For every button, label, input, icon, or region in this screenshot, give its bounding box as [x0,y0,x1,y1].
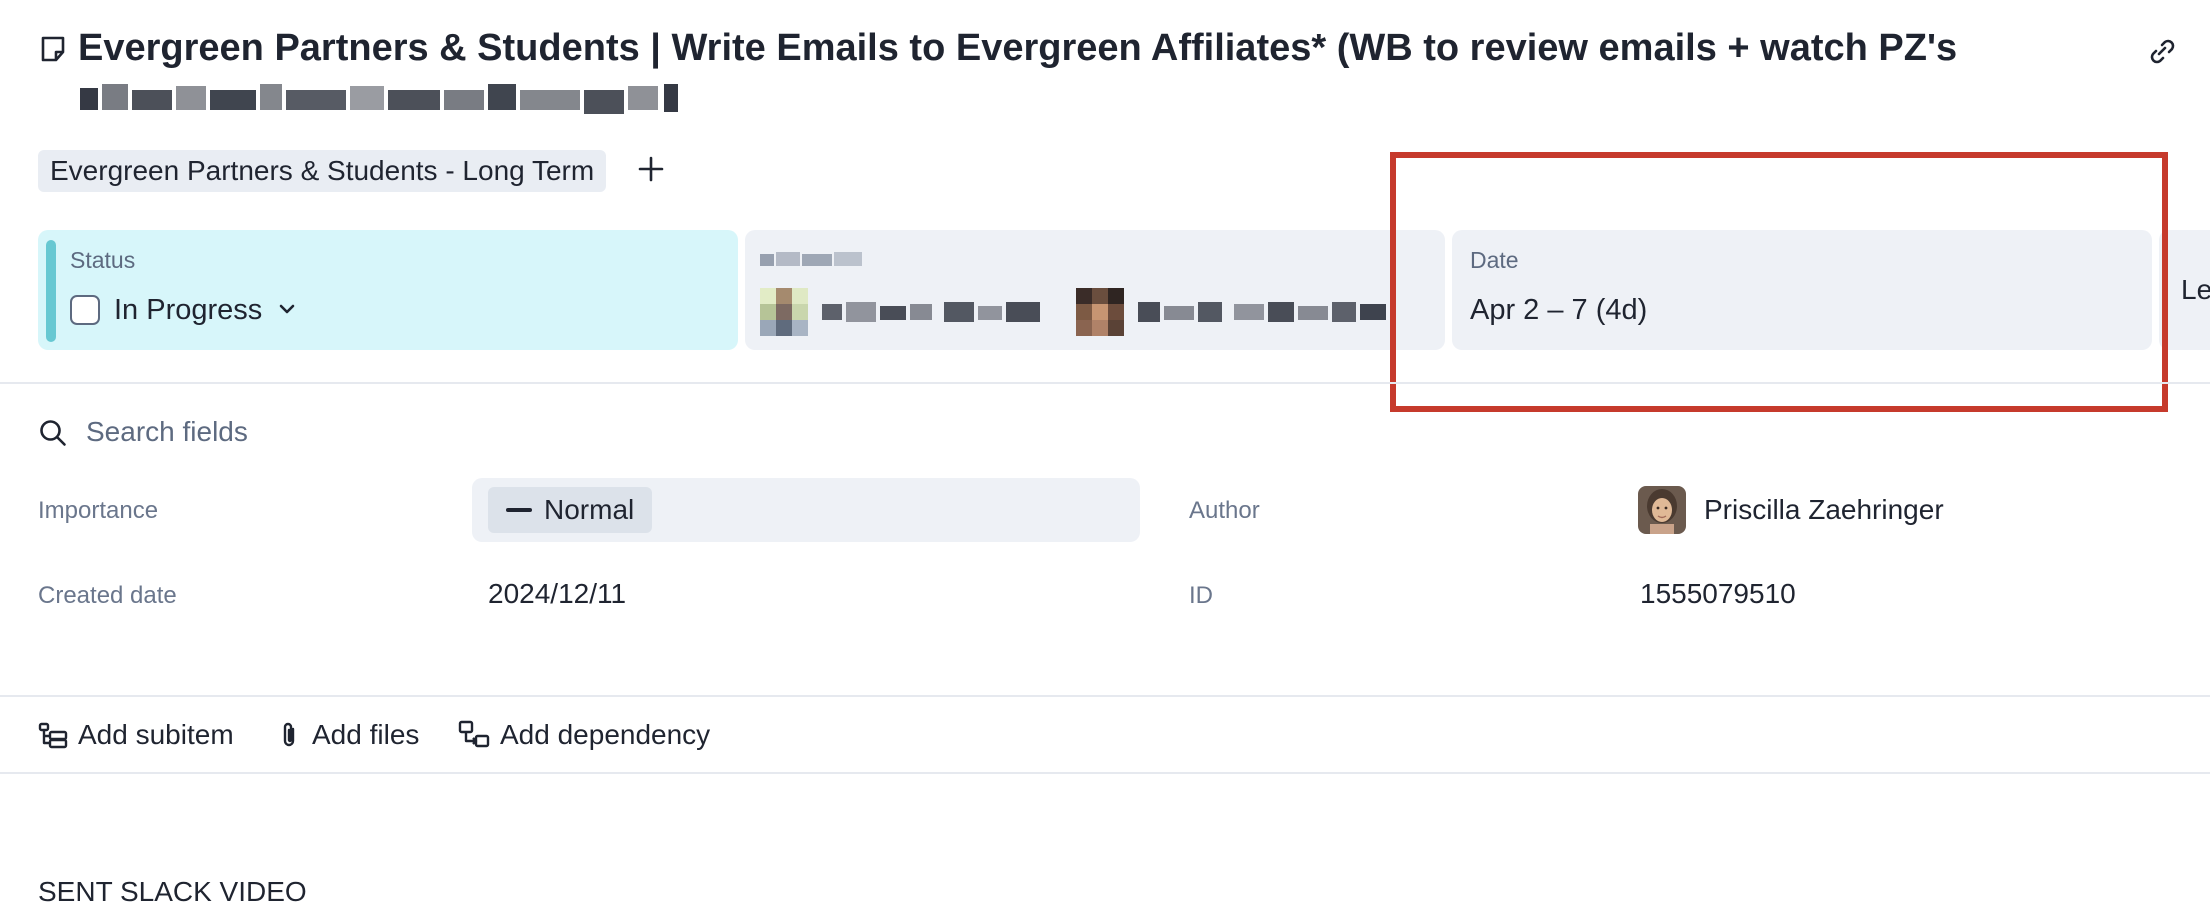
redacted-title-continuation [80,80,694,114]
divider [0,382,2210,384]
add-files-button[interactable]: Add files [276,715,419,755]
add-dependency-button[interactable]: Add dependency [458,715,710,755]
update-body-text: SENT SLACK VIDEO [38,876,307,907]
add-dependency-label: Add dependency [500,719,711,750]
group-tag[interactable]: Evergreen Partners & Students - Long Ter… [38,150,607,192]
search-icon [38,418,68,448]
status-value[interactable]: In Progress [114,292,262,328]
status-label: Status [70,247,136,273]
timeline-label-partial: Le [2181,274,2210,305]
redacted-assignees-label [760,248,864,270]
id-value[interactable]: 1555079510 [1640,578,1796,610]
note-icon [40,36,66,62]
search-fields-input[interactable] [86,412,586,452]
avatar[interactable] [1076,288,1124,336]
redacted-assignee-name [822,300,1042,324]
add-files-label: Add files [312,719,420,750]
chevron-down-icon[interactable] [276,298,298,320]
add-subitem-button[interactable]: Add subitem [38,715,234,755]
annotation-highlight-frame [1390,152,2168,412]
divider [0,772,2210,774]
paperclip-icon [283,722,295,747]
add-subitem-label: Add subitem [78,719,234,750]
link-icon[interactable] [2145,34,2179,68]
importance-label: Importance [38,497,159,524]
author-label: Author [1189,497,1260,524]
item-title[interactable]: Evergreen Partners & Students | Write Em… [78,24,2058,72]
status-card[interactable] [38,230,738,350]
redacted-assignee-name [1138,300,1388,324]
minus-icon [506,508,532,512]
created-date-label: Created date [38,582,177,609]
plus-icon[interactable] [636,154,666,184]
subitem-icon [38,722,68,749]
avatar[interactable] [760,288,808,336]
id-label: ID [1189,582,1213,609]
status-color-bar [46,240,56,342]
dependency-icon [458,720,490,748]
status-checkbox[interactable] [70,295,100,325]
divider [0,695,2210,697]
avatar[interactable] [1638,486,1686,534]
created-date-value: 2024/12/11 [488,578,627,609]
author-value[interactable]: Priscilla Zaehringer [1704,494,1944,526]
